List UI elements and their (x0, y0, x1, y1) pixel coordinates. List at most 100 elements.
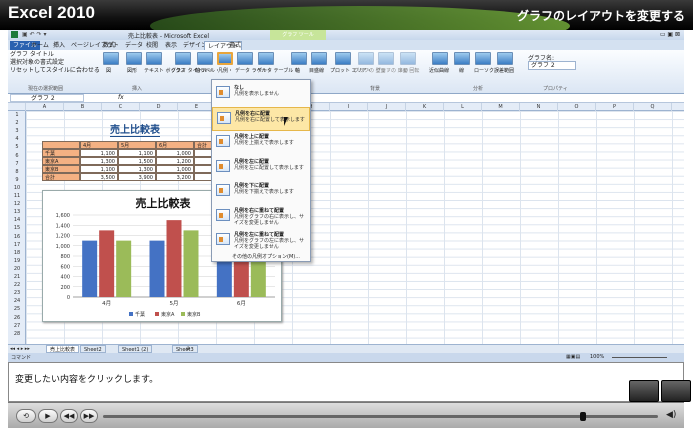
lines-icon[interactable] (454, 52, 470, 65)
column-header-J[interactable]: J (368, 103, 406, 111)
view-buttons[interactable]: ▦▣▤ (566, 354, 580, 360)
play-button[interactable]: ▶ (38, 409, 58, 423)
row-header-13[interactable]: 13 (8, 208, 26, 216)
chart-wall-icon[interactable] (358, 52, 374, 65)
row-header-14[interactable]: 14 (8, 216, 26, 224)
legend-option-1[interactable]: 凡例を右に配置 凡例を右に配置して表示します (212, 106, 310, 131)
column-header-R[interactable]: R (672, 103, 684, 111)
ribbon-tab-6[interactable]: 校閲 (143, 41, 161, 50)
column-header-I[interactable]: I (330, 103, 368, 111)
rewind-button[interactable]: ◀◀ (60, 409, 78, 423)
ribbon-tab-2[interactable]: 挿入 (50, 41, 68, 50)
progress-track[interactable] (103, 415, 658, 418)
data-label-icon[interactable] (237, 52, 253, 65)
name-box[interactable]: グラフ 2 (10, 94, 84, 102)
chart-floor-icon[interactable] (378, 52, 394, 65)
window-controls[interactable]: ▭ ▣ ⊠ (660, 31, 680, 38)
column-header-A[interactable]: A (26, 103, 64, 111)
sheet-nav-arrows[interactable]: ◂◂ ◂ ▸ ▸▸ (10, 346, 30, 352)
ribbon-tab-7[interactable]: 表示 (162, 41, 180, 50)
row-header-18[interactable]: 18 (8, 249, 26, 257)
volume-icon[interactable]: ◀) (666, 410, 676, 420)
reset-style-button[interactable]: リセットしてスタイルに合わせる (10, 67, 100, 75)
fx-button[interactable]: fx (118, 94, 124, 101)
legend-option-4[interactable]: 凡例を下に配置 凡例を下揃えで表示します (212, 180, 310, 204)
row-header-15[interactable]: 15 (8, 224, 26, 232)
column-header-B[interactable]: B (64, 103, 102, 111)
data-table-icon[interactable] (258, 52, 274, 65)
shapes-icon[interactable] (126, 52, 142, 65)
ribbon-tab-10[interactable]: 書式 (226, 41, 244, 50)
trendline-icon[interactable] (432, 52, 448, 65)
column-header-L[interactable]: L (444, 103, 482, 111)
sheet-tab-2[interactable]: Sheet1 (2) (118, 345, 153, 353)
ribbon-tab-1[interactable]: ホーム (28, 41, 52, 50)
plot-area-icon[interactable] (335, 52, 351, 65)
chart-element-selector[interactable]: グラフ タイトル (10, 51, 100, 59)
previous-step-button[interactable] (629, 380, 659, 402)
column-header-O[interactable]: O (558, 103, 596, 111)
textbox-icon[interactable] (146, 52, 162, 65)
forward-button[interactable]: ▶▶ (80, 409, 98, 423)
row-header-6[interactable]: 6 (8, 152, 26, 160)
row-header-7[interactable]: 7 (8, 160, 26, 168)
row-header-8[interactable]: 8 (8, 168, 26, 176)
row-header-2[interactable]: 2 (8, 119, 26, 127)
column-header-P[interactable]: P (596, 103, 634, 111)
replay-button[interactable]: ⟲ (16, 409, 36, 423)
progress-thumb[interactable] (579, 412, 586, 421)
row-header-20[interactable]: 20 (8, 265, 26, 273)
row-header-24[interactable]: 24 (8, 297, 26, 305)
row-header-10[interactable]: 10 (8, 184, 26, 192)
row-header-27[interactable]: 27 (8, 322, 26, 330)
legend-option-0[interactable]: なし 凡例を表示しません (212, 82, 310, 106)
column-header-N[interactable]: N (520, 103, 558, 111)
axes-icon[interactable] (291, 52, 307, 65)
row-header-22[interactable]: 22 (8, 281, 26, 289)
next-step-button[interactable] (661, 380, 691, 402)
row-header-17[interactable]: 17 (8, 241, 26, 249)
row-header-23[interactable]: 23 (8, 289, 26, 297)
row-header-19[interactable]: 19 (8, 257, 26, 265)
zoom-level[interactable]: 100% (590, 354, 604, 360)
row-header-5[interactable]: 5 (8, 143, 26, 151)
corner-cell[interactable] (8, 103, 26, 111)
row-header-16[interactable]: 16 (8, 233, 26, 241)
picture-icon[interactable] (103, 52, 119, 65)
row-header-28[interactable]: 28 (8, 330, 26, 338)
row-header-1[interactable]: 1 (8, 111, 26, 119)
row-header-11[interactable]: 11 (8, 192, 26, 200)
row-header-25[interactable]: 25 (8, 305, 26, 313)
row-header-12[interactable]: 12 (8, 200, 26, 208)
sheet-tab-1[interactable]: Sheet2 (80, 345, 106, 353)
more-legend-options[interactable]: その他の凡例オプション(M)... (232, 253, 300, 260)
3d-rotation-icon[interactable] (400, 52, 416, 65)
legend-option-3[interactable]: 凡例を左に配置 凡例を左に配置して表示します (212, 156, 310, 180)
updown-bars-icon[interactable] (475, 52, 491, 65)
column-header-C[interactable]: C (102, 103, 140, 111)
chart-title-icon[interactable] (175, 52, 191, 65)
chart-name-field[interactable]: グラフ 2 (528, 61, 576, 70)
sheet-tab-0[interactable]: 売上比較表 (46, 345, 80, 353)
quick-access-toolbar[interactable]: ▣ ↶ ↷ ▾ (22, 31, 46, 38)
row-header-26[interactable]: 26 (8, 314, 26, 322)
row-header-21[interactable]: 21 (8, 273, 26, 281)
ribbon-tab-4[interactable]: 数式 (100, 41, 118, 50)
column-header-Q[interactable]: Q (634, 103, 672, 111)
error-bars-icon[interactable] (497, 52, 513, 65)
legend-option-6[interactable]: 凡例を左に重ねて配置 凡例をグラフの左に表示し、サイズを変更しません (212, 229, 310, 253)
sheet-tab-3[interactable]: Sheet3 (172, 345, 198, 353)
column-header-M[interactable]: M (482, 103, 520, 111)
legend-icon[interactable] (217, 52, 233, 65)
column-header-D[interactable]: D (140, 103, 178, 111)
gridlines-icon[interactable] (311, 52, 327, 65)
new-sheet-icon[interactable]: ⊕ (186, 346, 190, 352)
row-header-4[interactable]: 4 (8, 135, 26, 143)
axis-label-icon[interactable] (197, 52, 213, 65)
legend-option-2[interactable]: 凡例を上に配置 凡例を上揃えで表示します (212, 131, 310, 155)
zoom-slider[interactable] (612, 357, 667, 358)
legend-option-5[interactable]: 凡例を右に重ねて配置 凡例をグラフの右に表示し、サイズを変更しません (212, 205, 310, 229)
format-selection-button[interactable]: 選択対象の書式設定 (10, 59, 100, 67)
row-header-9[interactable]: 9 (8, 176, 26, 184)
column-header-K[interactable]: K (406, 103, 444, 111)
